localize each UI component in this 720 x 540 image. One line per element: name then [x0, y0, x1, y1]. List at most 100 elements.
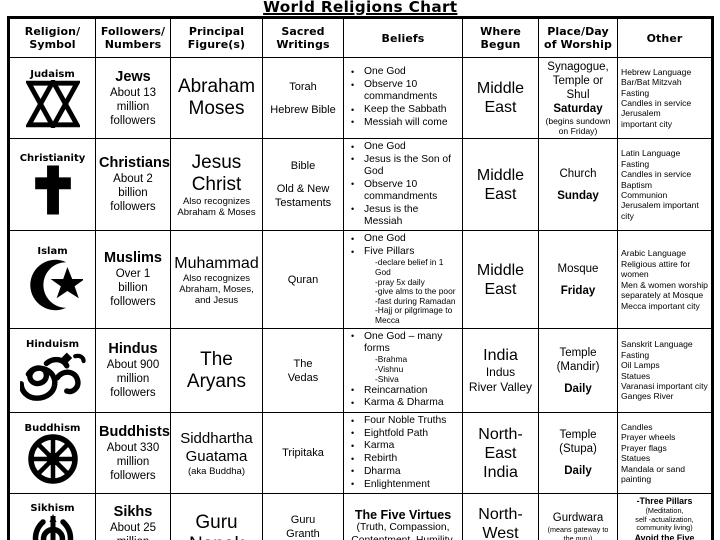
- day-of-worship: Friday: [560, 284, 596, 297]
- cell-followers-numbers: SikhsAbout 25millionfollowers: [95, 493, 171, 540]
- cell-principal-figures: Abraham Moses: [170, 57, 263, 139]
- other-item: Jerusalem: [621, 108, 661, 119]
- header-line-1: Beliefs: [381, 31, 425, 45]
- belief-item: Rebirth: [347, 453, 459, 465]
- followers-count-line: million: [116, 100, 150, 113]
- place-of-worship: Temple (Stupa): [559, 429, 597, 456]
- cell-where-begun: Middle East: [462, 137, 539, 232]
- where-begun-line: Middle: [476, 166, 525, 184]
- om-icon: [13, 350, 92, 402]
- other-item: Candles in service: [621, 169, 692, 180]
- belief-subitem: -declare belief in 1 God: [375, 257, 444, 277]
- other-list: Arabic Language Religious attire for wome…: [621, 248, 708, 310]
- followers-count-line: About 330: [106, 441, 160, 454]
- belief-item: Jesus is the Son of God: [347, 153, 459, 178]
- cell-other: Sanskrit Language Fasting Oil Lamps Statues…: [617, 327, 713, 414]
- belief-item: One God: [347, 233, 459, 245]
- cell-sacred-writings: Tripitaka: [262, 412, 344, 495]
- followers-name: Jews: [115, 68, 151, 85]
- other-item: Men & women worship separately at Mosque: [621, 279, 708, 301]
- header-line-1: Other: [646, 31, 683, 45]
- belief-item: Karma & Dharma: [347, 397, 459, 409]
- where-begun-subline: Indus: [485, 365, 516, 380]
- other-item: Varanasi important city: [621, 380, 708, 391]
- other-item: Ganges River: [621, 391, 674, 402]
- where-begun-line: East: [484, 444, 517, 462]
- belief-item: Jesus is the Messiah: [347, 203, 459, 228]
- followers-name: Hindus: [108, 341, 158, 358]
- belief-item: Four Noble Truths: [347, 415, 459, 427]
- beliefs-list: Four Noble TruthsEightfold PathKarmaRebi…: [347, 415, 459, 491]
- other-item: Arabic Language: [621, 248, 686, 259]
- where-begun-line: North-: [478, 425, 523, 443]
- belief-sublist: -Brahma -Vishnu -Shiva: [364, 355, 459, 384]
- followers-count-line: About 25: [109, 522, 157, 535]
- column-header-where-begun: Where Begun: [462, 17, 539, 58]
- cell-beliefs: One GodObserve 10 commandmentsKeep the S…: [343, 57, 463, 139]
- followers-count-line: billion: [118, 187, 148, 200]
- followers-count-line: followers: [110, 201, 156, 214]
- other-item: Religious attire for women: [621, 258, 691, 280]
- cell-place-day-of-worship: Church Sunday: [538, 137, 618, 232]
- belief-item: Messiah will come: [347, 116, 459, 129]
- principal-figure: Jesus: [191, 151, 242, 173]
- cell-sacred-writings: GuruGranthSahib: [262, 493, 344, 540]
- beliefs-title: The Five Virtues: [354, 508, 452, 523]
- beliefs-list: One GodJesus is the Son of GodObserve 10…: [347, 140, 459, 228]
- principal-figure: Moses: [188, 98, 245, 119]
- sacred-writing: Torah: [289, 80, 317, 93]
- table-row: Christianity Christians About 2 billion foll…: [8, 137, 713, 232]
- other-list: Candles Prayer wheels Prayer flags Statues M…: [621, 422, 708, 484]
- cell-religion-symbol: Christianity: [8, 137, 96, 232]
- sacred-writing: Tripitaka: [282, 447, 324, 460]
- other-block-list: -Three Pillars (Meditation, self -actualiz…: [621, 496, 708, 540]
- column-header-beliefs: Beliefs: [343, 17, 463, 58]
- cell-where-begun: North- East India: [462, 412, 539, 495]
- principal-figure: The: [200, 348, 233, 370]
- other-item: Avoid the Five Thieves: [634, 533, 695, 540]
- other-list: Latin Language Fasting Candles in service B…: [621, 148, 708, 221]
- religion-name: Christianity: [19, 153, 86, 165]
- where-begun-subline: River Valley: [468, 380, 533, 395]
- cell-principal-figures: Muhammad Also recognizes Abraham, Moses, …: [170, 230, 263, 329]
- cell-place-day-of-worship: Gurdwara(means gateway to the guru)Daily: [538, 493, 618, 540]
- principal-figure: Christ: [191, 173, 242, 195]
- followers-count-line: followers: [110, 296, 156, 309]
- table-row: Hinduism Hindus About 900 million followers T…: [8, 327, 713, 414]
- followers-count-line: About 2: [113, 173, 153, 186]
- other-item: Oil Lamps: [621, 360, 660, 371]
- beliefs-list: One God – many forms-Brahma-Vishnu-Shiva…: [347, 330, 459, 410]
- header-line-1: Principal: [188, 25, 245, 38]
- other-item: Prayer wheels: [621, 432, 676, 443]
- cell-sacred-writings: Torah Hebrew Bible: [262, 57, 344, 139]
- belief-item: Keep the Sabbath: [347, 104, 459, 116]
- other-item: Baptism: [621, 179, 653, 190]
- belief-sublist: -declare belief in 1 God -pray 5x daily -g…: [364, 257, 459, 325]
- table-body: Judaism Jews About 13 million followers Abrah…: [8, 57, 713, 540]
- religion-name: Sikhism: [30, 503, 75, 515]
- other-item: Candles: [621, 421, 653, 432]
- cell-followers-numbers: Christians About 2 billion followers: [95, 137, 171, 232]
- other-item: Fasting: [621, 87, 650, 98]
- where-begun-line: West: [482, 525, 519, 540]
- followers-count-line: billion: [118, 282, 148, 295]
- table-header: Religion/ Symbol Followers/ Numbers Prin…: [8, 17, 713, 58]
- cell-place-day-of-worship: Mosque Friday: [538, 230, 618, 329]
- belief-item: One God – many forms-Brahma-Vishnu-Shiva: [347, 330, 459, 384]
- cell-where-begun: India Indus River Valley: [462, 327, 539, 414]
- cell-other: Candles Prayer wheels Prayer flags Statues M…: [617, 412, 713, 495]
- principal-figure: Siddhartha: [180, 429, 253, 447]
- beliefs-list: One GodObserve 10 commandmentsKeep the S…: [347, 66, 459, 129]
- principal-figure: Aryans: [186, 370, 247, 392]
- place-of-worship: Temple (Mandir): [556, 346, 600, 373]
- followers-name: Christians: [99, 155, 170, 172]
- column-header-religion-symbol: Religion/ Symbol: [8, 17, 96, 58]
- table-row: Islam Muslims Over 1 billion followers Muhamm…: [8, 230, 713, 329]
- other-item: Statues: [621, 453, 651, 464]
- header-line-1: Where: [480, 25, 521, 38]
- religion-name: Hinduism: [26, 339, 79, 351]
